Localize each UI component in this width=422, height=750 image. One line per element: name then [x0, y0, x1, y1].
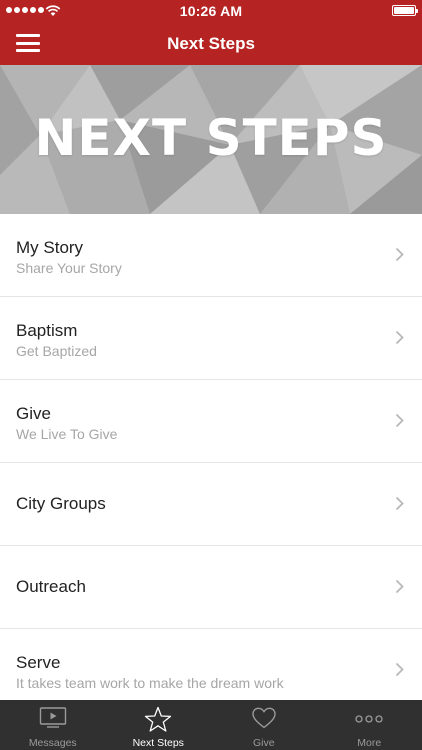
battery-icon — [392, 5, 418, 16]
banner-title: NEXT STEPS — [34, 109, 388, 167]
next-steps-list: My Story Share Your Story Baptism Get Ba… — [0, 214, 422, 715]
more-dots-icon — [355, 715, 383, 723]
list-item-title: City Groups — [16, 494, 106, 513]
tab-label: Give — [252, 737, 275, 749]
status-bar: 10:26 AM — [0, 0, 422, 22]
chevron-right-icon — [395, 247, 404, 262]
list-item-give[interactable]: Give We Live To Give — [0, 380, 422, 463]
list-item-title: Serve — [16, 653, 61, 672]
chevron-right-icon — [395, 662, 404, 677]
tab-label: Messages — [28, 737, 77, 749]
list-item-title: Baptism — [16, 321, 78, 340]
tab-next-steps[interactable]: Next Steps — [106, 700, 212, 750]
tab-give[interactable]: Give — [211, 700, 317, 750]
tab-label: Next Steps — [132, 737, 184, 749]
tv-play-icon — [39, 707, 66, 728]
list-item-baptism[interactable]: Baptism Get Baptized — [0, 297, 422, 380]
chevron-right-icon — [395, 330, 404, 345]
list-item-my-story[interactable]: My Story Share Your Story — [0, 214, 422, 297]
tab-more[interactable]: More — [317, 700, 422, 750]
list-item-subtitle: We Live To Give — [16, 426, 118, 442]
tab-bar: Messages Next Steps Give More — [0, 700, 422, 750]
chevron-right-icon — [395, 579, 404, 594]
list-item-outreach[interactable]: Outreach — [0, 546, 422, 629]
tab-label: More — [357, 737, 382, 749]
status-time: 10:26 AM — [179, 3, 243, 19]
list-item-title: Give — [16, 404, 51, 423]
header-banner: NEXT STEPS — [0, 65, 422, 214]
heart-icon — [252, 707, 276, 729]
star-icon — [145, 706, 172, 732]
chevron-right-icon — [395, 413, 404, 428]
list-item-title: Outreach — [16, 577, 86, 596]
nav-bar: Next Steps — [0, 22, 422, 65]
page-title: Next Steps — [167, 34, 255, 53]
list-item-subtitle: It takes team work to make the dream wor… — [16, 675, 284, 691]
chevron-right-icon — [395, 496, 404, 511]
list-item-subtitle: Share Your Story — [16, 260, 122, 276]
list-item-city-groups[interactable]: City Groups — [0, 463, 422, 546]
list-item-subtitle: Get Baptized — [16, 343, 97, 359]
list-item-title: My Story — [16, 238, 84, 257]
tab-messages[interactable]: Messages — [0, 700, 106, 750]
